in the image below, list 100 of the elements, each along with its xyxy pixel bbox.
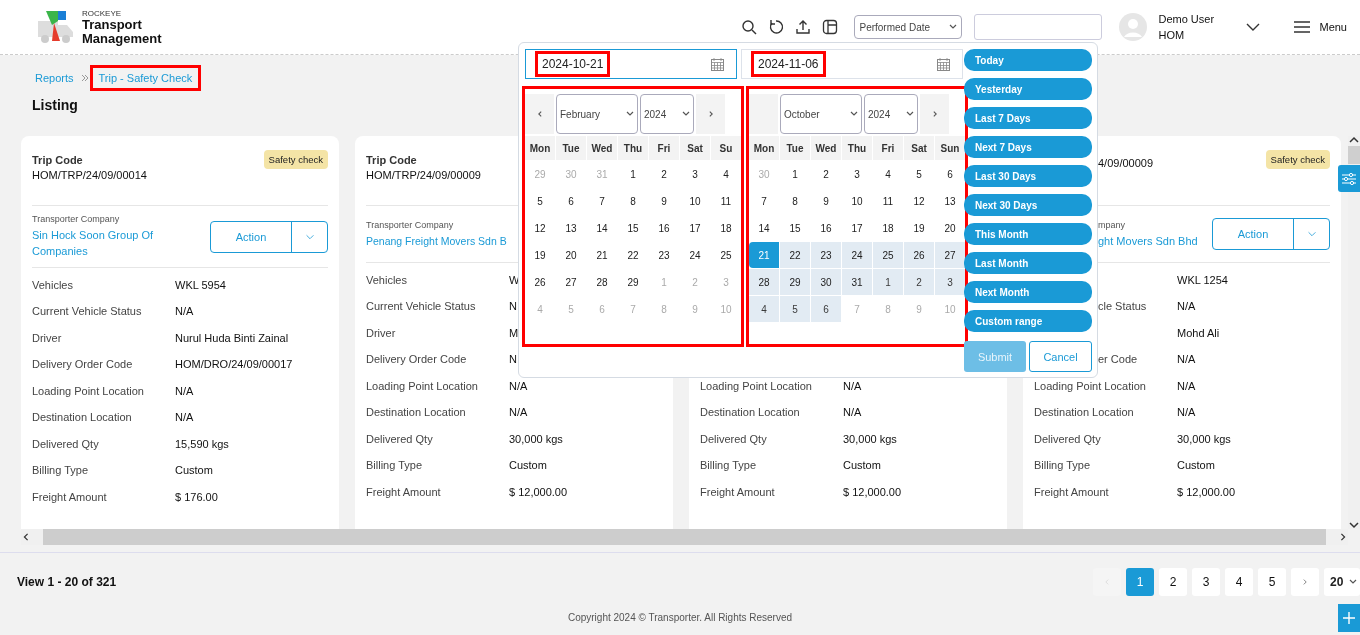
calendar-day[interactable]: 24 [842,242,872,268]
calendar-day[interactable]: 9 [811,188,841,214]
calendar-day[interactable]: 12 [525,215,555,241]
calendar-day[interactable]: 16 [811,215,841,241]
calendar-day[interactable]: 6 [811,296,841,322]
calendar-day[interactable]: 29 [618,269,648,295]
search-field[interactable] [974,14,1103,40]
calendar-day[interactable]: 2 [904,269,934,295]
vertical-scrollbar[interactable] [1348,136,1360,529]
calendar-day[interactable]: 16 [649,215,679,241]
calendar-day[interactable]: 4 [873,161,903,187]
calendar-day[interactable]: 20 [556,242,586,268]
date-field[interactable]: 2024-11-06 [741,49,963,79]
calendar-day[interactable]: 17 [842,215,872,241]
year-select[interactable]: 2024 [864,94,918,134]
calendar-day[interactable]: 12 [904,188,934,214]
calendar-day[interactable]: 2 [649,161,679,187]
calendar-day[interactable]: 14 [587,215,617,241]
calendar-day[interactable]: 3 [680,161,710,187]
calendar-day[interactable]: 2 [811,161,841,187]
field-value: Nurul Huda Binti Zainal [175,331,289,344]
calendar-day[interactable]: 1 [780,161,810,187]
calendar-day[interactable]: 25 [711,242,741,268]
calendar-day[interactable]: 27 [556,269,586,295]
page-button[interactable]: 3 [1192,568,1220,596]
calendar-day[interactable]: 25 [873,242,903,268]
calendar-day[interactable]: 27 [935,242,965,268]
calendar-day[interactable]: 1 [873,269,903,295]
weekday-label: Fri [873,136,903,160]
search-icon[interactable] [741,19,758,35]
calendar-day[interactable]: 24 [680,242,710,268]
calendar-day[interactable]: 19 [525,242,555,268]
scrollbar-thumb[interactable] [1348,146,1360,164]
plus-icon [1343,612,1355,624]
calendar-day[interactable]: 28 [749,269,779,295]
page-button[interactable]: 5 [1258,568,1286,596]
page-button[interactable]: 4 [1225,568,1253,596]
truck-logo-icon [36,9,76,45]
field-value: WKL 5954 [175,278,226,291]
calendar-day[interactable]: 22 [780,242,810,268]
calendar-day[interactable]: 13 [556,215,586,241]
filter-button[interactable] [1338,165,1360,192]
page-size-select[interactable]: 20 [1324,568,1360,596]
calendar-day[interactable]: 30 [811,269,841,295]
month-select[interactable]: October [780,94,862,134]
columns-icon[interactable] [822,19,839,35]
calendar-day[interactable]: 4 [749,296,779,322]
calendar-day[interactable]: 3 [842,161,872,187]
calendar-day[interactable]: 19 [904,215,934,241]
month-select[interactable]: February [556,94,638,134]
chevron-icon[interactable] [1246,23,1261,31]
calendar-day[interactable]: 18 [711,215,741,241]
calendar-day[interactable]: 14 [749,215,779,241]
year-select[interactable]: 2024 [640,94,694,134]
calendar-day[interactable]: 15 [780,215,810,241]
add-button[interactable] [1338,604,1360,632]
calendar-day[interactable]: 1 [618,161,648,187]
field-value: N/A [1177,300,1196,313]
calendar-day[interactable]: 13 [935,188,965,214]
calendar-day[interactable]: 8 [780,188,810,214]
calendar-day[interactable]: 23 [649,242,679,268]
date-filter-select[interactable]: Performed Date [854,15,963,39]
calendar-day[interactable]: 7 [749,188,779,214]
calendar-day[interactable]: 21 [587,242,617,268]
calendar-day[interactable]: 7 [587,188,617,214]
calendar-day[interactable]: 10 [680,188,710,214]
calendar-day[interactable]: 8 [618,188,648,214]
upload-icon[interactable] [795,19,812,35]
date-field[interactable]: 2024-10-21 [525,49,737,79]
calendar-day[interactable]: 17 [680,215,710,241]
calendar-day[interactable]: 4 [711,161,741,187]
calendar-day[interactable]: 29 [780,269,810,295]
calendar-day[interactable]: 3 [935,269,965,295]
calendar-day[interactable]: 5 [525,188,555,214]
chevron-right-icon [1301,579,1309,585]
calendar-day[interactable]: 15 [618,215,648,241]
field-value: $ 176.00 [175,490,218,503]
calendar-day[interactable]: 20 [935,215,965,241]
calendar-day[interactable]: 6 [935,161,965,187]
copyright-text: Copyright 2024 © Transporter. All Rights Reserved [567,612,793,623]
weekday-label: Sun [935,136,965,160]
calendar-day[interactable]: 23 [811,242,841,268]
calendar-day[interactable]: 22 [618,242,648,268]
menu-button[interactable]: Menu [1294,21,1347,33]
field-label: Billing Type [1034,459,1091,472]
calendar-day[interactable]: 31 [842,269,872,295]
calendar-day[interactable]: 28 [587,269,617,295]
calendar-day[interactable]: 26 [525,269,555,295]
calendar-day[interactable]: 5 [780,296,810,322]
calendar-day[interactable]: 26 [904,242,934,268]
calendar-day[interactable]: 10 [842,188,872,214]
calendar-day[interactable]: 18 [873,215,903,241]
weekday-label: Mon [749,136,779,160]
page-button[interactable]: 2 [1159,568,1187,596]
refresh-icon[interactable] [768,19,785,35]
calendar-day[interactable]: 11 [711,188,741,214]
calendar-day[interactable]: 5 [904,161,934,187]
calendar-day[interactable]: 6 [556,188,586,214]
calendar-day[interactable]: 9 [649,188,679,214]
calendar-day[interactable]: 11 [873,188,903,214]
